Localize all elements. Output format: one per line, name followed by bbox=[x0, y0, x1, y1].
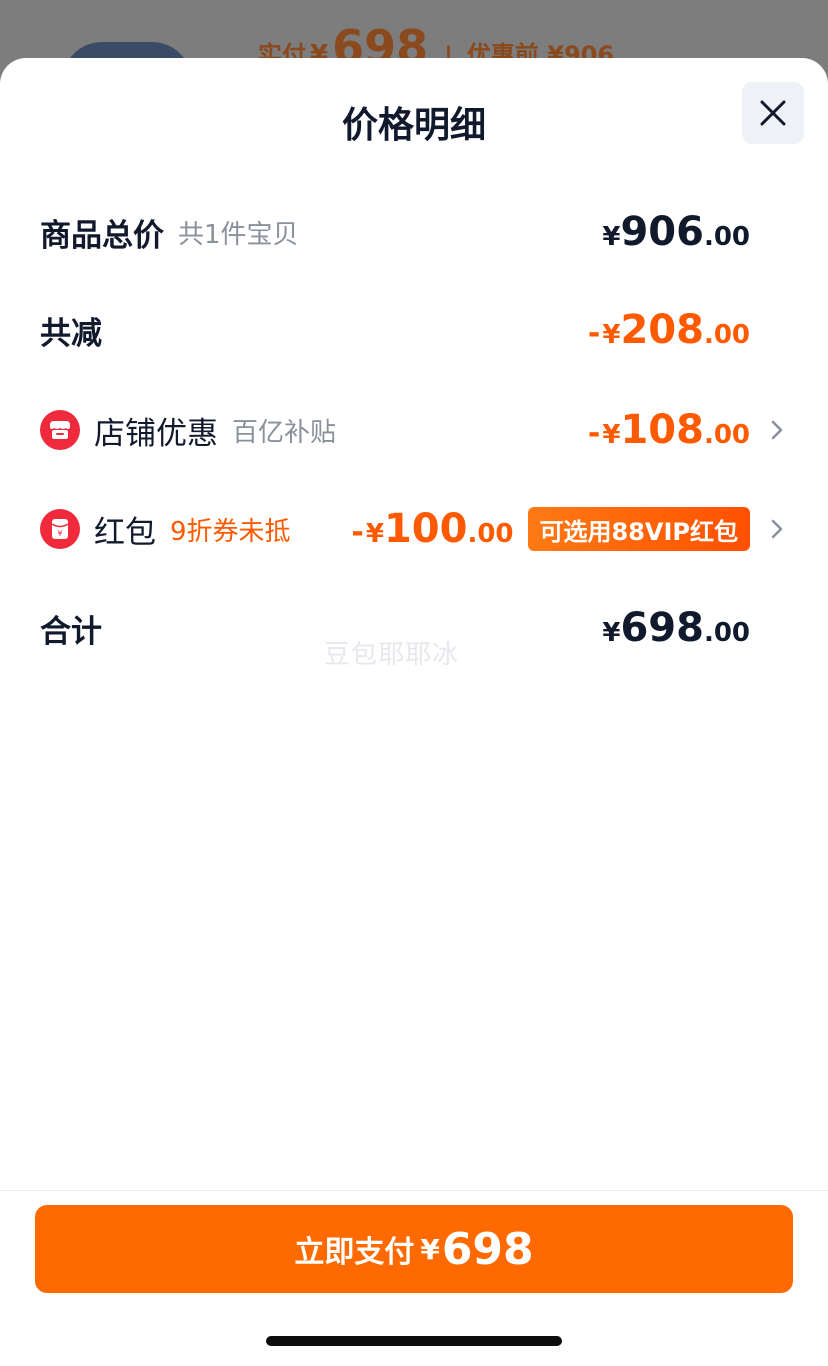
price-decimal: .00 bbox=[703, 320, 750, 350]
red-packet-icon: ¥ bbox=[40, 509, 80, 549]
red-packet-label: 红包 bbox=[94, 514, 156, 551]
pay-currency-symbol: ¥ bbox=[420, 1232, 440, 1266]
minus-sign: - bbox=[351, 515, 364, 550]
price-detail-sheet: 价格明细 商品总价 共1件宝贝 ¥ 906 .00 共减 - ¥ 208 .00 bbox=[0, 58, 828, 1366]
price-integer: 906 bbox=[620, 209, 704, 255]
currency-symbol: ¥ bbox=[602, 420, 621, 450]
store-icon bbox=[40, 410, 80, 450]
red-packet-price: - ¥ 100 .00 bbox=[351, 506, 513, 552]
currency-symbol: ¥ bbox=[602, 320, 621, 350]
close-button[interactable] bbox=[742, 82, 804, 144]
price-decimal: .00 bbox=[703, 618, 750, 648]
goods-total-row: 商品总价 共1件宝贝 ¥ 906 .00 bbox=[40, 202, 784, 262]
total-discount-label: 共减 bbox=[40, 315, 102, 352]
price-integer: 208 bbox=[620, 307, 704, 353]
store-discount-label: 店铺优惠 bbox=[94, 415, 218, 452]
goods-total-label: 商品总价 bbox=[40, 217, 164, 254]
chevron-right-icon bbox=[756, 419, 784, 441]
pay-amount: 698 bbox=[441, 1223, 534, 1275]
price-integer: 698 bbox=[620, 605, 704, 651]
total-discount-price: - ¥ 208 .00 bbox=[588, 307, 750, 353]
grand-total-label: 合计 bbox=[40, 613, 102, 650]
chevron-right-icon bbox=[756, 518, 784, 540]
vip-red-packet-badge[interactable]: 可选用88VIP红包 bbox=[527, 507, 750, 551]
item-count-text: 共1件宝贝 bbox=[178, 219, 299, 250]
svg-text:¥: ¥ bbox=[57, 529, 62, 538]
store-discount-row[interactable]: 店铺优惠 百亿补贴 - ¥ 108 .00 bbox=[40, 400, 784, 460]
pay-button-label: 立即支付 bbox=[294, 1235, 415, 1270]
footer-divider bbox=[0, 1190, 828, 1191]
close-icon bbox=[760, 100, 786, 126]
coupon-unused-text: 9折券未抵 bbox=[170, 516, 291, 547]
watermark-text: 豆包耶耶冰 bbox=[324, 640, 460, 670]
red-packet-row[interactable]: ¥ 红包 9折券未抵 - ¥ 100 .00 可选用88VIP红包 bbox=[40, 499, 784, 559]
grand-total-price: ¥ 698 .00 bbox=[602, 605, 750, 651]
price-decimal: .00 bbox=[703, 420, 750, 450]
price-decimal: .00 bbox=[467, 519, 514, 549]
currency-symbol: ¥ bbox=[602, 618, 621, 648]
home-indicator bbox=[266, 1336, 562, 1346]
price-decimal: .00 bbox=[703, 222, 750, 252]
subsidy-text: 百亿补贴 bbox=[232, 417, 337, 448]
minus-sign: - bbox=[587, 316, 601, 351]
price-integer: 108 bbox=[620, 407, 704, 453]
currency-symbol: ¥ bbox=[602, 222, 621, 252]
goods-total-price: ¥ 906 .00 bbox=[602, 209, 750, 255]
sheet-title: 价格明细 bbox=[341, 105, 486, 146]
total-discount-row: 共减 - ¥ 208 .00 bbox=[40, 300, 784, 360]
currency-symbol: ¥ bbox=[365, 519, 384, 549]
price-integer: 100 bbox=[383, 506, 468, 552]
store-discount-price: - ¥ 108 .00 bbox=[588, 407, 750, 453]
minus-sign: - bbox=[587, 416, 601, 451]
pay-now-button[interactable]: 立即支付 ¥ 698 bbox=[35, 1205, 793, 1293]
